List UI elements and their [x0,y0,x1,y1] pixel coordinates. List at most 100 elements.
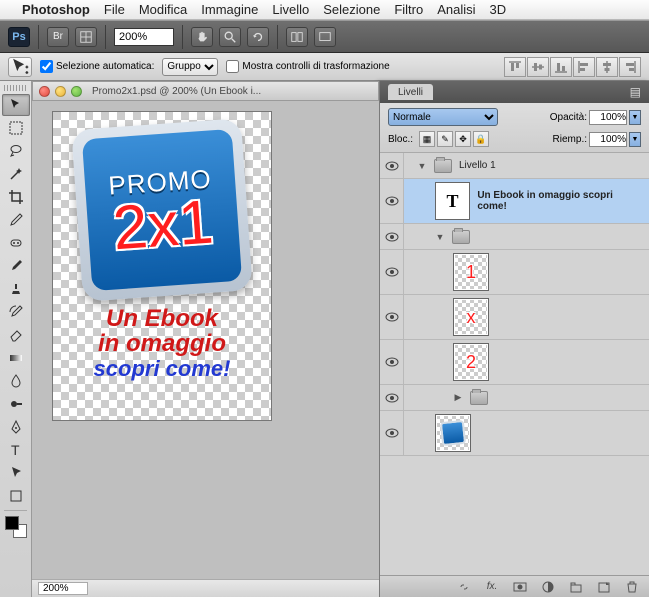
layer-name[interactable]: Livello 1 [459,160,496,171]
delete-layer-icon[interactable] [623,579,641,595]
layer-row[interactable]: 2 [380,340,649,385]
zoom-tool-icon[interactable] [219,27,241,47]
align-right-icon[interactable] [619,57,641,77]
marquee-tool[interactable] [2,117,30,139]
align-left-icon[interactable] [573,57,595,77]
magic-wand-tool[interactable] [2,163,30,185]
new-group-icon[interactable] [567,579,585,595]
menu-immagine[interactable]: Immagine [201,2,258,17]
opacity-dropdown-icon[interactable]: ▼ [629,110,641,125]
healing-brush-tool[interactable] [2,232,30,254]
layer-list[interactable]: ▼ Livello 1 TUn Ebook in omaggio scopri co… [380,153,649,575]
align-hcenter-icon[interactable] [596,57,618,77]
fill-dropdown-icon[interactable]: ▼ [629,132,641,147]
show-transform-checkbox[interactable]: Mostra controlli di trasformazione [226,60,389,73]
layer-thumb [435,414,471,452]
layer-row[interactable]: x [380,295,649,340]
document-titlebar[interactable]: Promo2x1.psd @ 200% (Un Ebook i... [32,81,379,101]
history-brush-tool[interactable] [2,301,30,323]
menu-3d[interactable]: 3D [490,2,507,17]
menu-modifica[interactable]: Modifica [139,2,187,17]
blend-mode-select[interactable]: Normale [388,108,498,126]
close-icon[interactable] [39,86,50,97]
auto-select-input[interactable] [40,60,53,73]
minimize-icon[interactable] [55,86,66,97]
tools-panel: T [0,81,32,597]
layer-row[interactable] [380,411,649,456]
shape-tool[interactable] [2,485,30,507]
menu-analisi[interactable]: Analisi [437,2,475,17]
visibility-toggle[interactable] [380,153,404,178]
lasso-tool[interactable] [2,140,30,162]
visibility-toggle[interactable] [380,411,404,455]
eraser-tool[interactable] [2,324,30,346]
visibility-toggle[interactable] [380,295,404,339]
panel-grip[interactable] [4,85,27,91]
layer-mask-icon[interactable] [511,579,529,595]
new-layer-icon[interactable] [595,579,613,595]
auto-select-type[interactable]: Gruppo [162,58,218,76]
current-tool-icon[interactable] [8,57,32,77]
dodge-tool[interactable] [2,393,30,415]
align-vcenter-icon[interactable] [527,57,549,77]
disclosure-icon[interactable]: ▶ [453,392,463,403]
canvas[interactable]: PROMO 2x1 Un Ebook in omaggio scopri com… [52,111,272,421]
visibility-toggle[interactable] [380,224,404,249]
hand-tool-icon[interactable] [191,27,213,47]
layer-name[interactable]: Un Ebook in omaggio scopri come! [477,190,643,212]
arrange-docs-icon[interactable] [286,27,308,47]
move-tool[interactable] [2,94,30,116]
align-bottom-icon[interactable] [550,57,572,77]
eyedropper-tool[interactable] [2,209,30,231]
show-transform-input[interactable] [226,60,239,73]
layer-row[interactable]: ▼ [380,224,649,250]
panel-menu-icon[interactable]: ▤ [630,85,641,99]
zoom-select[interactable] [114,28,174,46]
layers-footer: fx. [380,575,649,597]
view-extras-icon[interactable] [75,27,97,47]
visibility-toggle[interactable] [380,179,404,223]
menu-selezione[interactable]: Selezione [323,2,380,17]
visibility-toggle[interactable] [380,250,404,294]
screen-mode-icon[interactable] [314,27,336,47]
menu-filtro[interactable]: Filtro [394,2,423,17]
bridge-icon[interactable]: Br [47,27,69,47]
blur-tool[interactable] [2,370,30,392]
path-select-tool[interactable] [2,462,30,484]
ps-logo-icon[interactable]: Ps [8,27,30,47]
app-name[interactable]: Photoshop [22,2,90,17]
pen-tool[interactable] [2,416,30,438]
lock-pixels-icon[interactable]: ✎ [437,131,453,147]
type-tool[interactable]: T [2,439,30,461]
lock-transparency-icon[interactable]: ▦ [419,131,435,147]
lock-all-icon[interactable]: 🔒 [473,131,489,147]
brush-tool[interactable] [2,255,30,277]
auto-select-checkbox[interactable]: Selezione automatica: [40,60,154,73]
status-zoom[interactable]: 200% [38,582,88,595]
layer-row[interactable]: ▶ [380,385,649,411]
disclosure-icon[interactable]: ▼ [435,232,445,242]
lock-position-icon[interactable]: ✥ [455,131,471,147]
rotate-view-icon[interactable] [247,27,269,47]
zoom-window-icon[interactable] [71,86,82,97]
visibility-toggle[interactable] [380,340,404,384]
fill-input[interactable] [589,132,627,147]
crop-tool[interactable] [2,186,30,208]
menu-livello[interactable]: Livello [272,2,309,17]
layer-row[interactable]: ▼ Livello 1 [380,153,649,179]
layers-tab[interactable]: Livelli [388,84,433,100]
gradient-tool[interactable] [2,347,30,369]
clone-stamp-tool[interactable] [2,278,30,300]
link-layers-icon[interactable] [455,579,473,595]
document-statusbar: 200% [32,579,379,597]
disclosure-icon[interactable]: ▼ [417,161,427,171]
layer-row[interactable]: TUn Ebook in omaggio scopri come! [380,179,649,224]
menu-file[interactable]: File [104,2,125,17]
layer-row[interactable]: 1 [380,250,649,295]
align-top-icon[interactable] [504,57,526,77]
color-swatches[interactable] [5,516,27,538]
visibility-toggle[interactable] [380,385,404,410]
adjustment-layer-icon[interactable] [539,579,557,595]
layer-style-icon[interactable]: fx. [483,579,501,595]
opacity-input[interactable] [589,110,627,125]
